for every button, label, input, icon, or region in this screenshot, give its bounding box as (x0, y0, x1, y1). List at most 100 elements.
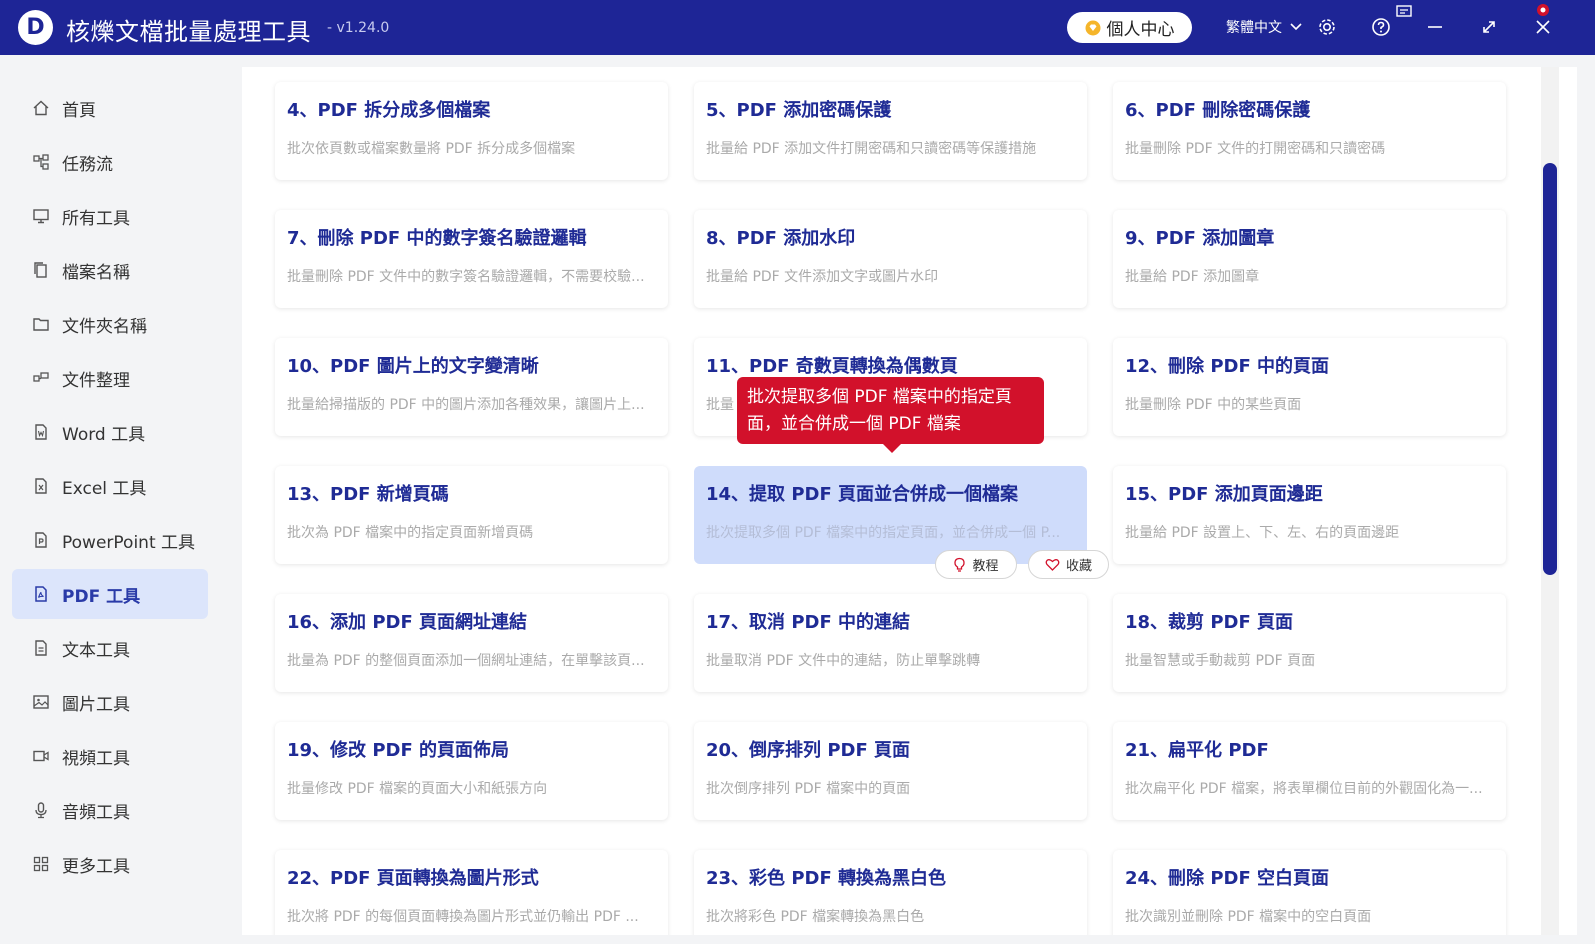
tool-card-title: 9、PDF 添加圖章 (1125, 228, 1275, 249)
tool-card[interactable]: 22、PDF 頁面轉換為圖片形式 批次將 PDF 的每個頁面轉換為圖片形式並仍輸… (275, 850, 668, 935)
tool-card[interactable]: 16、添加 PDF 頁面網址連結 批量為 PDF 的整個頁面添加一個網址連結，在… (275, 594, 668, 692)
tool-card-title: 15、PDF 添加頁面邊距 (1125, 484, 1323, 505)
sidebar-item-powerpoint[interactable]: PowerPoint 工具 (12, 515, 208, 565)
app-version: - v1.24.0 (327, 20, 390, 36)
language-selector[interactable]: 繁體中文 (1226, 17, 1302, 37)
tool-card-desc: 批次扁平化 PDF 檔案，將表單欄位目前的外觀固化為一... (1125, 781, 1483, 797)
sidebar-item-label: Word 工具 (62, 424, 146, 445)
tool-card[interactable]: 23、彩色 PDF 轉換為黑白色 批次將彩色 PDF 檔案轉換為黑白色 (694, 850, 1087, 935)
user-center-button[interactable]: 個人中心 (1067, 12, 1192, 43)
tool-card[interactable]: 20、倒序排列 PDF 頁面 批次倒序排列 PDF 檔案中的頁面 (694, 722, 1087, 820)
sidebar-item-excel[interactable]: Excel 工具 (12, 461, 208, 511)
app-logo: D (18, 10, 53, 45)
tooltip-line: 面，並合併成一個 PDF 檔案 (747, 414, 961, 434)
tool-card-title: 23、彩色 PDF 轉換為黑白色 (706, 868, 947, 889)
heart-icon (1045, 559, 1060, 571)
tool-card[interactable]: 8、PDF 添加水印 批量給 PDF 文件添加文字或圖片水印 (694, 210, 1087, 308)
pdf-file-icon (35, 586, 47, 602)
tool-card-title: 7、刪除 PDF 中的數字簽名驗證邏輯 (287, 228, 587, 249)
tool-card-title: 21、扁平化 PDF (1125, 740, 1269, 761)
tool-card-title: 18、裁剪 PDF 頁面 (1125, 612, 1294, 633)
sidebar-item-label: 檔案名稱 (62, 262, 130, 283)
gear-icon[interactable] (1316, 16, 1338, 38)
microphone-icon (35, 802, 47, 819)
tool-card[interactable]: 15、PDF 添加頁面邊距 批量給 PDF 設置上、下、左、右的頁面邊距 (1113, 466, 1506, 564)
tool-card-desc: 批次依頁數或檔案數量將 PDF 拆分成多個檔案 (287, 141, 576, 157)
sidebar-item-workflow[interactable]: 任務流 (12, 137, 208, 187)
sidebar-item-word[interactable]: Word 工具 (12, 407, 208, 457)
sidebar-item-organize[interactable]: 文件整理 (12, 353, 208, 403)
lightbulb-icon (954, 557, 966, 572)
minimize-icon[interactable] (1424, 16, 1446, 38)
tool-card-desc: 批量給 PDF 文件添加文字或圖片水印 (706, 269, 939, 285)
tool-card-title: 13、PDF 新增頁碼 (287, 484, 449, 505)
sidebar-item-more[interactable]: 更多工具 (12, 839, 208, 889)
ppt-file-icon (35, 532, 47, 548)
sidebar-item-all-tools[interactable]: 所有工具 (12, 191, 208, 241)
tool-card-desc: 批量刪除 PDF 文件的打開密碼和只讀密碼 (1125, 141, 1386, 157)
sidebar-item-home[interactable]: 首頁 (12, 83, 208, 133)
file-copy-icon (34, 262, 47, 278)
tool-card[interactable]: 19、修改 PDF 的頁面佈局 批量修改 PDF 檔案的頁面大小和紙張方向 (275, 722, 668, 820)
tool-card-desc: 批次為 PDF 檔案中的指定頁面新增頁碼 (287, 525, 534, 541)
image-icon (33, 695, 49, 709)
tool-card-title: 19、修改 PDF 的頁面佈局 (287, 740, 510, 761)
sidebar-item-label: 更多工具 (62, 856, 130, 877)
tool-card[interactable]: 9、PDF 添加圖章 批量給 PDF 添加圖章 (1113, 210, 1506, 308)
tool-card[interactable]: 24、刪除 PDF 空白頁面 批次識別並刪除 PDF 檔案中的空白頁面 (1113, 850, 1506, 935)
notification-icon[interactable] (1535, 3, 1551, 17)
message-icon[interactable] (1396, 5, 1412, 19)
maximize-icon[interactable] (1478, 16, 1500, 38)
sidebar-item-label: 所有工具 (62, 208, 130, 229)
tool-card-title: 16、添加 PDF 頁面網址連結 (287, 612, 528, 633)
diamond-icon (1085, 20, 1100, 35)
monitor-icon (33, 209, 49, 224)
tool-card[interactable]: 21、扁平化 PDF 批次扁平化 PDF 檔案，將表單欄位目前的外觀固化為一..… (1113, 722, 1506, 820)
tool-card[interactable]: 7、刪除 PDF 中的數字簽名驗證邏輯 批量刪除 PDF 文件中的數字簽名驗證邏… (275, 210, 668, 308)
tool-card[interactable]: 6、PDF 刪除密碼保護 批量刪除 PDF 文件的打開密碼和只讀密碼 (1113, 82, 1506, 180)
tool-card-desc: 批量給 PDF 添加文件打開密碼和只讀密碼等保護措施 (706, 141, 1037, 157)
sidebar-item-video[interactable]: 視頻工具 (12, 731, 208, 781)
tool-card[interactable]: 5、PDF 添加密碼保護 批量給 PDF 添加文件打開密碼和只讀密碼等保護措施 (694, 82, 1087, 180)
tutorial-button[interactable]: 教程 (935, 550, 1017, 579)
sidebar-item-pdf[interactable]: PDF 工具 (12, 569, 208, 619)
workflow-icon (33, 154, 49, 170)
close-icon[interactable] (1532, 16, 1554, 38)
language-label: 繁體中文 (1226, 20, 1282, 36)
tool-card-title: 6、PDF 刪除密碼保護 (1125, 100, 1311, 121)
sidebar-item-image[interactable]: 圖片工具 (12, 677, 208, 727)
sidebar-item-file-name[interactable]: 檔案名稱 (12, 245, 208, 295)
favorite-button[interactable]: 收藏 (1028, 550, 1109, 579)
sidebar-item-label: 視頻工具 (62, 748, 130, 769)
tool-card-desc: 批次將彩色 PDF 檔案轉換為黑白色 (706, 909, 925, 925)
tool-card-title: 10、PDF 圖片上的文字變清晰 (287, 356, 539, 377)
tool-card[interactable]: 4、PDF 拆分成多個檔案 批次依頁數或檔案數量將 PDF 拆分成多個檔案 (275, 82, 668, 180)
tool-card[interactable]: 13、PDF 新增頁碼 批次為 PDF 檔案中的指定頁面新增頁碼 (275, 466, 668, 564)
tool-card[interactable]: 10、PDF 圖片上的文字變清晰 批量給掃描版的 PDF 中的圖片添加各種效果，… (275, 338, 668, 436)
tool-card-title: 20、倒序排列 PDF 頁面 (706, 740, 911, 761)
sidebar-item-audio[interactable]: 音頻工具 (12, 785, 208, 835)
favorite-label: 收藏 (1065, 559, 1092, 574)
scrollbar-thumb[interactable] (1543, 163, 1557, 575)
tool-card-title: 4、PDF 拆分成多個檔案 (287, 100, 491, 121)
tool-card[interactable]: 18、裁剪 PDF 頁面 批量智慧或手動裁剪 PDF 頁面 (1113, 594, 1506, 692)
sidebar-item-label: 任務流 (62, 154, 113, 175)
title-bar: D 核爍文檔批量處理工具 - v1.24.0 個人中心 繁體中文 (0, 0, 1595, 55)
chevron-down-icon (1290, 23, 1302, 31)
tool-card[interactable]: 17、取消 PDF 中的連結 批量取消 PDF 文件中的連結，防止單擊跳轉 (694, 594, 1087, 692)
user-center-label: 個人中心 (1106, 20, 1175, 40)
help-icon[interactable] (1370, 16, 1392, 38)
video-icon (33, 750, 49, 762)
tool-card-title: 12、刪除 PDF 中的頁面 (1125, 356, 1330, 377)
sidebar-item-label: 首頁 (62, 100, 96, 121)
tool-grid: 4、PDF 拆分成多個檔案 批次依頁數或檔案數量將 PDF 拆分成多個檔案 5、… (242, 67, 1577, 935)
tool-card-desc: 批量給 PDF 設置上、下、左、右的頁面邊距 (1125, 525, 1400, 541)
sidebar-item-label: 文件整理 (62, 370, 130, 391)
tool-card-desc: 批量刪除 PDF 中的某些頁面 (1125, 397, 1302, 413)
tool-card-desc: 批次提取多個 PDF 檔案中的指定頁面，並合併成一個 P... (706, 525, 1061, 541)
tool-card-desc: 批量給掃描版的 PDF 中的圖片添加各種效果，讓圖片上... (287, 397, 645, 413)
tool-card[interactable]: 12、刪除 PDF 中的頁面 批量刪除 PDF 中的某些頁面 (1113, 338, 1506, 436)
tool-card-highlighted[interactable]: 14、提取 PDF 頁面並合併成一個檔案 批次提取多個 PDF 檔案中的指定頁面… (694, 466, 1087, 564)
sidebar-item-text[interactable]: 文本工具 (12, 623, 208, 673)
sidebar-item-folder-name[interactable]: 文件夾名稱 (12, 299, 208, 349)
